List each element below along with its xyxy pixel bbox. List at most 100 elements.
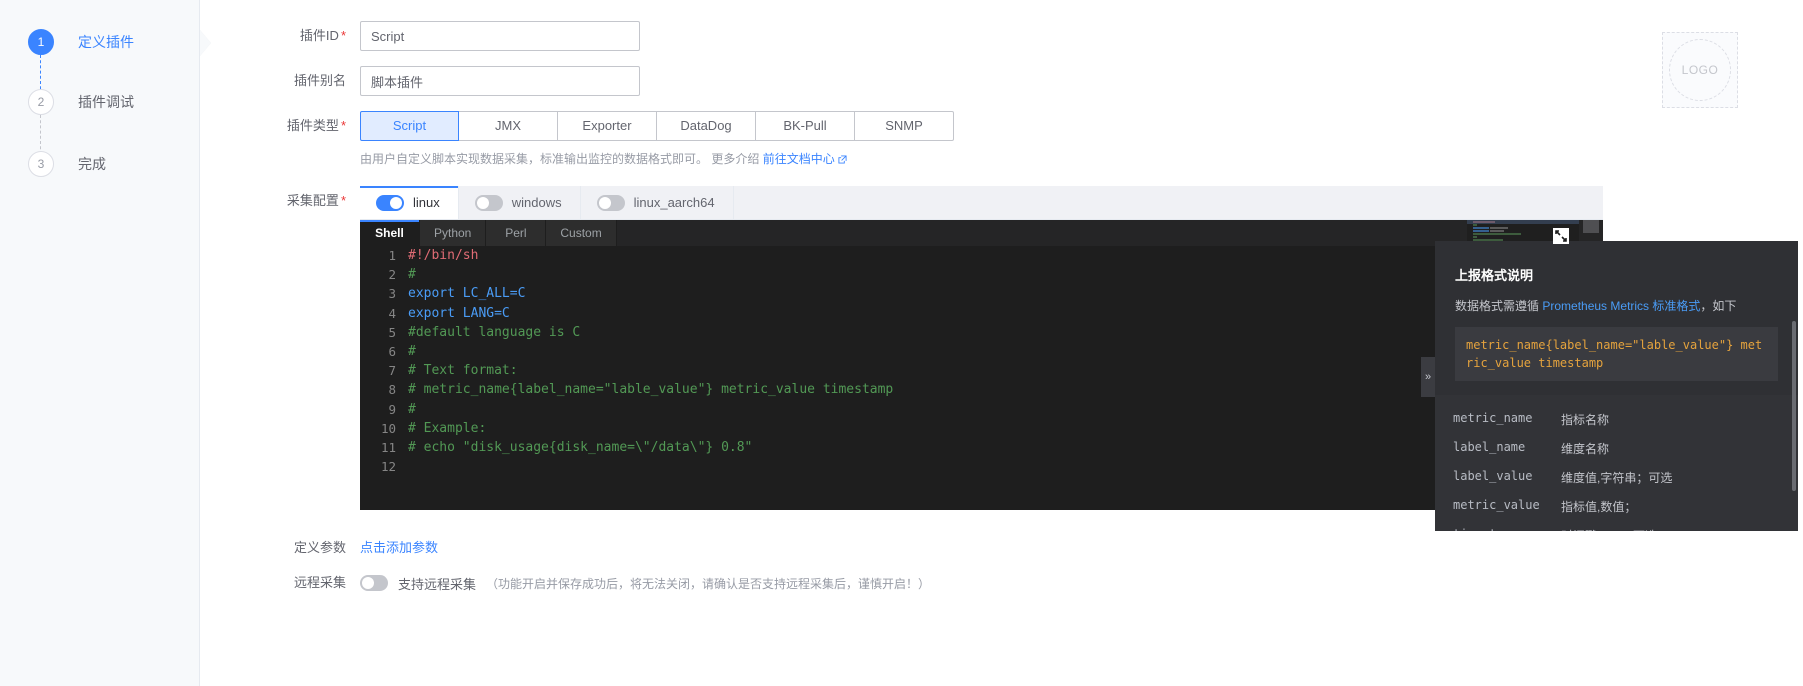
doc-field-key: label_name <box>1453 440 1526 454</box>
os-tab-label-linux-aarch64: linux_aarch64 <box>633 195 715 210</box>
line-number: 12 <box>380 459 396 475</box>
doc-field-value: 维度值,字符串；可选 <box>1561 471 1673 485</box>
os-tab-bar: linux windows linux_aarch64 <box>360 186 1603 220</box>
plugin-type-segmented: Script JMX Exporter DataDog BK-Pull SNMP <box>360 111 954 141</box>
code-line: 10 # Example: <box>360 419 1603 438</box>
report-format-doc-panel: 上报格式说明 数据格式需遵循 Prometheus Metrics 标准格式，如… <box>1435 241 1798 531</box>
doc-format-sample: metric_name{label_name="lable_value"} me… <box>1455 327 1778 381</box>
step-item-3[interactable]: 3 完成 <box>0 147 200 181</box>
doc-field-value: 指标名称 <box>1561 413 1610 427</box>
editor-scrollbar-thumb[interactable] <box>1583 220 1599 233</box>
plugin-alias-input[interactable] <box>360 66 640 96</box>
field-plugin-type: 插件类型 * Script JMX Exporter DataDog BK-Pul… <box>200 111 954 170</box>
doc-panel-collapse-handle[interactable]: » <box>1421 357 1435 397</box>
plugin-type-option-bkpull[interactable]: BK-Pull <box>756 111 855 141</box>
line-number: 8 <box>388 382 396 398</box>
remote-collect-switch[interactable] <box>360 575 388 591</box>
plugin-id-input[interactable] <box>360 21 640 51</box>
lang-tab-perl[interactable]: Perl <box>486 220 547 246</box>
doc-panel-title: 上报格式说明 <box>1455 268 1534 283</box>
os-tab-linux-aarch64[interactable]: linux_aarch64 <box>580 186 734 219</box>
step-label-1: 定义插件 <box>78 34 134 50</box>
field-define-params: 定义参数 点击添加参数 <box>200 533 438 563</box>
code-text: export LC_ALL=C <box>408 286 526 302</box>
line-number: 6 <box>388 343 396 359</box>
remote-collect-note: （功能开启并保存成功后，将无法关闭，请确认是否支持远程采集后，谨慎开启！） <box>486 576 931 591</box>
os-switch-linux-aarch64[interactable] <box>596 194 625 211</box>
doc-field-value: 维度名称 <box>1561 442 1610 456</box>
plugin-type-hint: 由用户自定义脚本实现数据采集，标准输出监控的数据格式即可。 更多介绍 前往文档中… <box>360 149 847 170</box>
code-text: # <box>408 267 416 283</box>
required-mark: * <box>340 118 346 133</box>
code-editor-area[interactable]: 1 #!/bin/sh 2 # 3 export LC_ALL=C 4 export L… <box>360 246 1603 510</box>
doc-panel-description: 数据格式需遵循 Prometheus Metrics 标准格式，如下 <box>1455 297 1778 315</box>
step-label-3: 完成 <box>78 156 106 172</box>
os-tab-linux[interactable]: linux <box>360 186 459 219</box>
line-number: 9 <box>388 401 396 417</box>
line-number: 3 <box>388 286 396 302</box>
code-text: #!/bin/sh <box>408 248 479 263</box>
line-number: 1 <box>388 248 396 263</box>
line-number: 10 <box>380 420 396 436</box>
os-tab-windows[interactable]: windows <box>458 186 581 219</box>
code-text: # <box>408 401 416 417</box>
step-number-1: 1 <box>28 29 54 55</box>
page-right-edge <box>1798 0 1803 686</box>
os-tab-label-linux: linux <box>413 195 440 210</box>
editor-fullscreen-icon[interactable] <box>1553 228 1569 244</box>
plugin-type-option-jmx[interactable]: JMX <box>459 111 558 141</box>
lang-tab-shell[interactable]: Shell <box>360 220 420 246</box>
doc-field-key: label_value <box>1453 469 1533 483</box>
doc-panel-scrollbar[interactable] <box>1792 321 1796 491</box>
code-line: 4 export LANG=C <box>360 304 1603 323</box>
field-collect-config: 采集配置 * linux windows linux_aarch64 Shell… <box>200 186 1603 510</box>
code-line: 2 # <box>360 265 1603 284</box>
field-remote-collect: 远程采集 支持远程采集 （功能开启并保存成功后，将无法关闭，请确认是否支持远程采… <box>200 568 930 598</box>
code-line: 5 #default language is C <box>360 323 1603 342</box>
prometheus-metrics-link[interactable]: Prometheus Metrics 标准格式 <box>1542 299 1700 313</box>
code-text: # metric_name{label_name="lable_value"} … <box>408 382 894 398</box>
remote-collect-label: 远程采集 <box>293 575 346 590</box>
plugin-type-hint-text: 由用户自定义脚本实现数据采集，标准输出监控的数据格式即可。 更多介绍 <box>360 152 760 166</box>
doc-field-table: metric_name 指标名称 label_name 维度名称 label_val… <box>1435 395 1798 531</box>
plugin-type-option-script[interactable]: Script <box>360 111 459 141</box>
step-sidebar: 1 定义插件 2 插件调试 3 完成 <box>0 0 200 686</box>
doc-center-link[interactable]: 前往文档中心 <box>763 152 835 166</box>
code-text: # <box>408 343 416 359</box>
code-text: export LANG=C <box>408 305 510 321</box>
code-line: 12 <box>360 457 1603 476</box>
lang-tab-custom[interactable]: Custom <box>546 220 617 246</box>
doc-field-value: 指标值,数值； <box>1561 500 1637 514</box>
external-link-icon <box>838 150 847 170</box>
code-line: 7 # Text format: <box>360 361 1603 380</box>
plugin-type-option-exporter[interactable]: Exporter <box>558 111 657 141</box>
add-param-button[interactable]: 点击添加参数 <box>360 533 438 563</box>
doc-table-row: label_value 维度值,字符串；可选 <box>1435 463 1798 492</box>
code-line: 9 # <box>360 400 1603 419</box>
doc-desc-prefix: 数据格式需遵循 <box>1455 299 1540 313</box>
step-item-1[interactable]: 1 定义插件 <box>0 25 200 59</box>
step-number-3: 3 <box>28 151 54 177</box>
code-text: # Text format: <box>408 363 518 379</box>
plugin-type-option-snmp[interactable]: SNMP <box>855 111 954 141</box>
os-switch-linux[interactable] <box>376 194 404 211</box>
define-params-label: 定义参数 <box>293 540 346 555</box>
step-number-2: 2 <box>28 89 54 115</box>
os-switch-windows[interactable] <box>474 194 503 211</box>
lang-tab-python[interactable]: Python <box>420 220 487 246</box>
code-text: # echo "disk_usage{disk_name=\"/data\"} … <box>408 439 753 455</box>
doc-table-row: label_name 维度名称 <box>1435 434 1798 463</box>
line-number: 7 <box>388 363 396 379</box>
plugin-type-option-datadog[interactable]: DataDog <box>657 111 756 141</box>
logo-placeholder-text: LOGO <box>1669 39 1731 101</box>
plugin-alias-label: 插件别名 <box>293 73 346 88</box>
doc-table-row: metric_name 指标名称 <box>1435 405 1798 434</box>
language-tab-bar: Shell Python Perl Custom <box>360 220 1603 246</box>
field-plugin-id: 插件ID * <box>200 21 640 51</box>
logo-upload-box[interactable]: LOGO <box>1662 32 1738 108</box>
doc-field-value: 时间戳(ms)；可选 <box>1561 527 1657 531</box>
line-number: 5 <box>388 324 396 340</box>
code-line: 3 export LC_ALL=C <box>360 284 1603 303</box>
step-item-2[interactable]: 2 插件调试 <box>0 85 200 119</box>
plugin-create-page: 1 定义插件 2 插件调试 3 完成 LOGO 插件ID* 插件别名 <box>0 0 1803 686</box>
